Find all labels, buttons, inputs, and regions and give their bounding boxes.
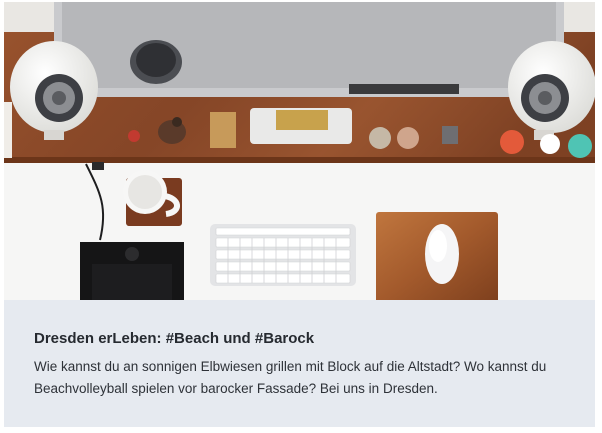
monitor-icon — [54, 2, 564, 97]
teaser-card[interactable]: Dresden erLeben: #Beach und #Barock Wie … — [4, 2, 595, 427]
drawing-tablet-icon — [80, 242, 184, 300]
coffee-cup-icon — [123, 170, 182, 226]
desk-photo — [4, 2, 595, 300]
mug-icon — [130, 40, 182, 84]
keyboard-icon — [210, 224, 356, 286]
wooden-block — [210, 112, 236, 148]
mouse-icon — [425, 224, 459, 284]
card-description: Wie kannst du an sonnigen Elbwiesen gril… — [34, 359, 547, 396]
caption-panel: Dresden erLeben: #Beach und #Barock Wie … — [4, 300, 595, 427]
card-title[interactable]: Dresden erLeben: #Beach und #Barock — [34, 330, 314, 347]
gold-box — [276, 110, 328, 130]
